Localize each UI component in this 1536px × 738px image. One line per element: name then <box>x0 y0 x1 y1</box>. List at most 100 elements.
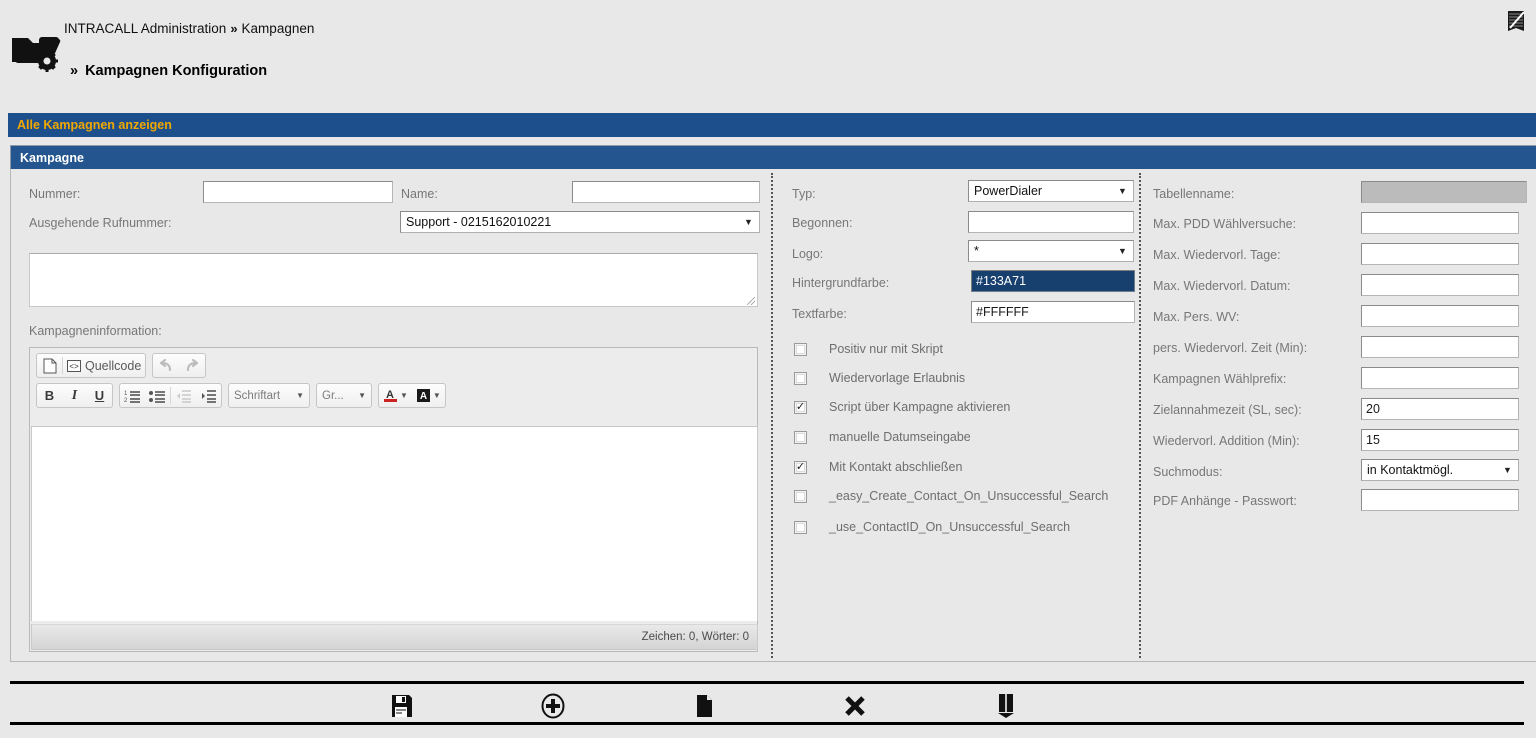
outgoing-number-value: Support - 0215162010221 <box>406 215 552 229</box>
bullet-list-icon[interactable] <box>145 384 170 407</box>
checkbox-row-script-ueber-kampagne[interactable]: Script über Kampagne aktivieren <box>794 400 1010 414</box>
page-header: INTRACALL Administration » Kampagnen » Kamp… <box>0 0 1536 100</box>
editor-toolbar-row-1: <> Quellcode <box>36 353 751 378</box>
resize-grip-icon[interactable] <box>747 297 755 305</box>
font-size-value: Gr... <box>322 389 344 402</box>
tabellenname-label: Tabellenname: <box>1153 187 1235 201</box>
text-color-label: Textfarbe: <box>792 307 847 321</box>
editor-toolbar: <> Quellcode B I U 1 2 Schriftart ▼ Gr..… <box>30 348 757 417</box>
logo-select[interactable]: * ▼ <box>968 240 1134 262</box>
plus-circle-icon <box>541 693 565 719</box>
kampagnen-waehlprefix-input[interactable] <box>1361 367 1519 389</box>
zielannahmezeit-input[interactable] <box>1361 398 1519 420</box>
numbered-list-icon[interactable]: 1 2 <box>120 384 145 407</box>
editor-group-history <box>152 353 207 378</box>
indent-icon[interactable] <box>196 384 221 407</box>
chevron-down-icon: ▼ <box>1118 186 1127 196</box>
breadcrumb-root[interactable]: INTRACALL Administration <box>64 21 226 36</box>
underline-button[interactable]: U <box>87 384 112 407</box>
max-pdd-input[interactable] <box>1361 212 1519 234</box>
description-textarea[interactable] <box>30 254 757 306</box>
pdf-passwort-input[interactable] <box>1361 489 1519 511</box>
nummer-input[interactable] <box>203 181 393 203</box>
checkbox-mit-kontakt-abschliessen[interactable] <box>794 460 807 474</box>
pdf-passwort-label: PDF Anhänge - Passwort: <box>1153 494 1297 508</box>
breadcrumb-current[interactable]: Kampagnen <box>242 21 315 36</box>
suchmodus-label: Suchmodus: <box>1153 465 1223 479</box>
undo-arrow-icon[interactable] <box>153 354 179 377</box>
bottom-toolbar <box>10 681 1524 725</box>
page-title-text: Kampagnen Konfiguration <box>85 63 268 79</box>
editor-toolbar-row-2: B I U 1 2 Schriftart ▼ Gr... ▼ A ▼ A ▼ <box>36 383 751 408</box>
nummer-label: Nummer: <box>29 187 81 201</box>
name-input[interactable] <box>572 181 760 203</box>
text-color-icon[interactable]: A ▼ <box>379 384 412 407</box>
campaign-section-label: Kampagne <box>20 150 84 165</box>
chevron-down-icon: ▼ <box>432 391 441 400</box>
typ-label: Typ: <box>792 187 816 201</box>
checkbox-manuelle-datumseingabe[interactable] <box>794 430 807 444</box>
checkbox-label: Mit Kontakt abschließen <box>829 460 963 474</box>
checkbox-row-mit-kontakt-abschliessen[interactable]: Mit Kontakt abschließen <box>794 460 962 474</box>
font-family-select[interactable]: Schriftart ▼ <box>228 383 310 408</box>
italic-button[interactable]: I <box>62 384 87 407</box>
wiedervorl-addition-label: Wiedervorl. Addition (Min): <box>1153 434 1300 448</box>
x-cross-icon <box>845 696 865 716</box>
delete-button[interactable] <box>838 690 872 722</box>
checkbox-row-easy-create-contact[interactable]: _easy_Create_Contact_On_Unsuccessful_Sea… <box>794 489 1108 503</box>
chevron-down-icon: ▼ <box>1118 246 1127 256</box>
background-color-icon[interactable]: A ▼ <box>412 384 445 407</box>
editor-group-colors: A ▼ A ▼ <box>378 383 446 408</box>
export-button[interactable] <box>989 690 1023 722</box>
logo-label: Logo: <box>792 247 824 261</box>
description-textarea-wrapper[interactable] <box>29 253 758 307</box>
save-button[interactable] <box>385 690 419 722</box>
typ-select[interactable]: PowerDialer ▼ <box>968 180 1134 202</box>
checkbox-positiv-nur-mit-skript[interactable] <box>794 342 807 356</box>
begonnen-input[interactable] <box>968 211 1134 233</box>
book-export-icon <box>998 694 1014 718</box>
campaign-form-panel: Nummer: Name: Ausgehende Rufnummer: Supp… <box>10 169 1536 662</box>
font-size-select[interactable]: Gr... ▼ <box>316 383 372 408</box>
redo-arrow-icon[interactable] <box>179 354 205 377</box>
pers-wiedervorl-zeit-input[interactable] <box>1361 336 1519 358</box>
checkbox-use-contactid-on-unsuccessful-search[interactable] <box>794 520 807 534</box>
checkbox-row-use-contactid[interactable]: _use_ContactID_On_Unsuccessful_Search <box>794 520 1070 534</box>
max-wiedervorl-tage-input[interactable] <box>1361 243 1519 265</box>
wiedervorl-addition-input[interactable] <box>1361 429 1519 451</box>
chevron-down-icon: ▼ <box>744 217 753 227</box>
checkbox-row-positiv-nur-mit-skript[interactable]: Positiv nur mit Skript <box>794 342 943 356</box>
campaign-section-bar: Kampagne <box>10 145 1536 169</box>
begonnen-label: Begonnen: <box>792 216 853 230</box>
show-all-campaigns-bar[interactable]: Alle Kampagnen anzeigen <box>8 113 1536 137</box>
editor-word-count: Zeichen: 0, Wörter: 0 <box>641 631 749 643</box>
checkbox-label: _use_ContactID_On_Unsuccessful_Search <box>829 520 1071 534</box>
font-family-value: Schriftart <box>234 389 281 402</box>
pers-wiedervorl-zeit-label: pers. Wiedervorl. Zeit (Min): <box>1153 341 1308 355</box>
svg-text:1: 1 <box>124 391 128 397</box>
checkbox-easy-create-contact-on-unsuccessful-search[interactable] <box>794 489 807 503</box>
checkbox-wiedervorlage-erlaubnis[interactable] <box>794 371 807 385</box>
background-color-input[interactable] <box>971 270 1135 292</box>
chevron-down-icon: ▼ <box>358 391 366 400</box>
max-wiedervorl-datum-input[interactable] <box>1361 274 1519 296</box>
checkbox-script-ueber-kampagne-aktivieren[interactable] <box>794 400 807 414</box>
checkbox-row-manuelle-datumseingabe[interactable]: manuelle Datumseingabe <box>794 430 971 444</box>
notepad-pen-icon[interactable] <box>1504 8 1528 34</box>
source-code-button[interactable]: <> Quellcode <box>63 354 145 377</box>
breadcrumb-separator-icon: » <box>230 21 238 36</box>
new-document-button[interactable] <box>687 690 721 722</box>
text-color-input[interactable] <box>971 301 1135 323</box>
outgoing-number-select[interactable]: Support - 0215162010221 ▼ <box>400 211 760 233</box>
typ-value: PowerDialer <box>974 184 1043 198</box>
new-document-icon[interactable] <box>37 354 62 377</box>
zielannahmezeit-label: Zielannahmezeit (SL, sec): <box>1153 403 1302 417</box>
add-button[interactable] <box>536 690 570 722</box>
checkbox-row-wiedervorlage-erlaubnis[interactable]: Wiedervorlage Erlaubnis <box>794 371 965 385</box>
bold-button[interactable]: B <box>37 384 62 407</box>
column-separator-1 <box>771 173 773 658</box>
editor-content-area[interactable] <box>31 426 758 621</box>
outdent-icon[interactable] <box>171 384 196 407</box>
suchmodus-select[interactable]: in Kontaktmögl. ▼ <box>1361 459 1519 481</box>
max-pers-wv-input[interactable] <box>1361 305 1519 327</box>
